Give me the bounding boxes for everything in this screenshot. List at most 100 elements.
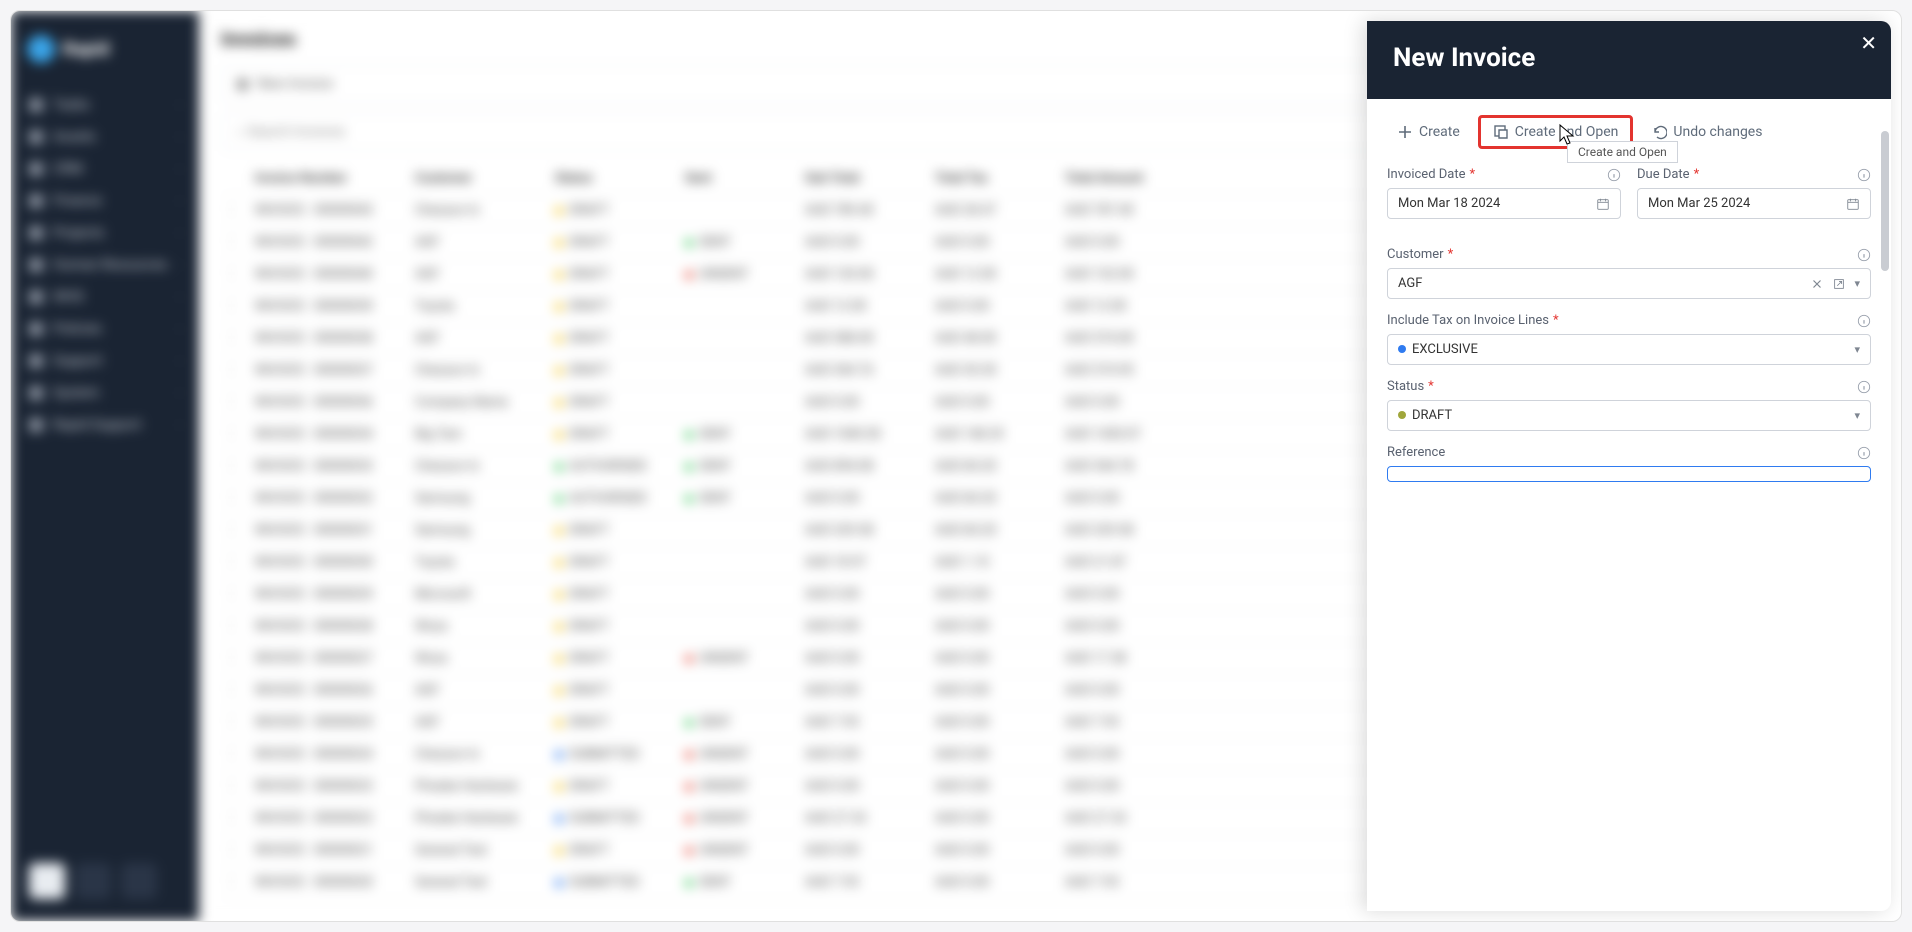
cell-customer: Chesson In [415, 203, 555, 218]
chevron-down-icon[interactable]: ▾ [1854, 409, 1860, 422]
cell-total: AUD 7.93 [1065, 875, 1205, 890]
cell-subtotal: AUD 0.00 [805, 651, 935, 666]
sidebar-item[interactable]: Support› [19, 345, 191, 377]
cell-invoice-num: INVOICE - 00000028 [255, 619, 415, 634]
col-header[interactable]: Customer [415, 171, 555, 186]
row-menu-icon[interactable]: ⋮ [225, 651, 255, 666]
row-menu-icon[interactable]: ⋮ [225, 555, 255, 570]
customer-input[interactable]: AGF ▾ [1387, 268, 1871, 299]
info-icon[interactable] [1857, 168, 1871, 182]
invoiced-date-input[interactable]: Mon Mar 18 2024 [1387, 188, 1621, 219]
row-menu-icon[interactable]: ⋮ [225, 587, 255, 602]
row-menu-icon[interactable]: ⋮ [225, 363, 255, 378]
cell-status: DRAFT [555, 427, 685, 442]
calendar-icon[interactable] [1596, 197, 1610, 211]
cell-customer: General Test [415, 875, 555, 890]
status-dot-icon [555, 431, 563, 439]
nav-icon [29, 418, 43, 432]
col-header[interactable]: Sent [685, 171, 805, 186]
cell-total: AUD 574.00 [1065, 331, 1205, 346]
create-button[interactable]: Create [1387, 118, 1470, 146]
due-date-input[interactable]: Mon Mar 25 2024 [1637, 188, 1871, 219]
reference-input[interactable] [1387, 466, 1871, 482]
row-menu-icon[interactable]: ⋮ [225, 203, 255, 218]
tool-1-icon[interactable] [29, 863, 65, 899]
cell-status: DRAFT [555, 683, 685, 698]
cell-sent: SENT [685, 235, 805, 250]
sidebar-item[interactable]: Assets› [19, 121, 191, 153]
row-menu-icon[interactable]: ⋮ [225, 491, 255, 506]
row-menu-icon[interactable]: ⋮ [225, 299, 255, 314]
cell-tax: AUD 0.00 [935, 747, 1065, 762]
cell-subtotal: AUD 27.33 [805, 811, 935, 826]
calendar-icon[interactable] [1846, 197, 1860, 211]
row-menu-icon[interactable]: ⋮ [225, 683, 255, 698]
status-dot-icon [555, 303, 563, 311]
tool-2-icon[interactable] [75, 863, 111, 899]
status-dot-icon [555, 207, 563, 215]
cell-invoice-num: INVOICE - 00000029 [255, 587, 415, 602]
sidebar-item[interactable]: Rapid Support› [19, 409, 191, 441]
cell-invoice-num: INVOICE - 00000036 [255, 395, 415, 410]
row-menu-icon[interactable]: ⋮ [225, 427, 255, 442]
chevron-right-icon: › [178, 100, 181, 111]
sidebar-item[interactable]: Policies› [19, 313, 191, 345]
row-menu-icon[interactable]: ⋮ [225, 747, 255, 762]
tooltip: Create and Open [1567, 141, 1678, 163]
sidebar-item[interactable]: Finance› [19, 185, 191, 217]
status-select[interactable]: DRAFT ▾ [1387, 400, 1871, 431]
cell-invoice-num: INVOICE - 00000042 [255, 235, 415, 250]
row-menu-icon[interactable]: ⋮ [225, 619, 255, 634]
row-menu-icon[interactable]: ⋮ [225, 811, 255, 826]
sidebar-item[interactable]: Tasks› [19, 89, 191, 121]
close-icon[interactable]: ✕ [1860, 31, 1877, 55]
cell-status: DRAFT [555, 715, 685, 730]
info-icon[interactable] [1857, 446, 1871, 460]
sidebar-item[interactable]: Human Resources› [19, 249, 191, 281]
open-link-icon[interactable] [1832, 277, 1846, 291]
row-menu-icon[interactable]: ⋮ [225, 843, 255, 858]
row-menu-icon[interactable]: ⋮ [225, 235, 255, 250]
tax-select[interactable]: EXCLUSIVE ▾ [1387, 334, 1871, 365]
cell-subtotal: AUD 120.00 [805, 267, 935, 282]
sidebar-item[interactable]: Projects› [19, 217, 191, 249]
nav-icon [29, 386, 43, 400]
chevron-down-icon[interactable]: ▾ [1854, 343, 1860, 356]
row-menu-icon[interactable]: ⋮ [225, 875, 255, 890]
info-icon[interactable] [1857, 314, 1871, 328]
sidebar: Rapid Tasks›Assets›CRM›Finance›Projects›… [11, 11, 199, 921]
row-menu-icon[interactable]: ⋮ [225, 459, 255, 474]
cell-tax: AUD 0.00 [935, 619, 1065, 634]
cell-tax: AUD 30.30 [935, 363, 1065, 378]
cell-total: AUD 0.00 [1065, 395, 1205, 410]
sidebar-item[interactable]: System› [19, 377, 191, 409]
cell-customer: Phoebe Hardware [415, 779, 555, 794]
chevron-right-icon: › [178, 164, 181, 175]
cell-status: SUBMITTED [555, 747, 685, 762]
row-menu-icon[interactable]: ⋮ [225, 331, 255, 346]
due-date-field: Due Date * Mon Mar 25 2024 [1637, 167, 1871, 219]
chevron-down-icon[interactable]: ▾ [1854, 277, 1860, 291]
cell-sent: SENT [685, 715, 805, 730]
info-icon[interactable] [1857, 248, 1871, 262]
clear-icon[interactable] [1810, 277, 1824, 291]
row-menu-icon[interactable]: ⋮ [225, 779, 255, 794]
col-header[interactable]: Sub Total [805, 171, 935, 186]
col-header[interactable]: Invoice Number [255, 171, 415, 186]
status-dot-icon [555, 623, 563, 631]
row-menu-icon[interactable]: ⋮ [225, 395, 255, 410]
row-menu-icon[interactable]: ⋮ [225, 523, 255, 538]
info-icon[interactable] [1607, 168, 1621, 182]
sidebar-item[interactable]: WHS› [19, 281, 191, 313]
cell-subtotal: AUD 0.00 [805, 619, 935, 634]
col-header[interactable]: Total Tax [935, 171, 1065, 186]
info-icon[interactable] [1857, 380, 1871, 394]
cell-tax: AUD 0.00 [935, 651, 1065, 666]
row-menu-icon[interactable]: ⋮ [225, 267, 255, 282]
sent-dot-icon [685, 719, 693, 727]
sidebar-item[interactable]: CRM› [19, 153, 191, 185]
tool-3-icon[interactable] [121, 863, 157, 899]
col-header[interactable]: Status [555, 171, 685, 186]
row-menu-icon[interactable]: ⋮ [225, 715, 255, 730]
col-header[interactable]: Total Amount [1065, 171, 1205, 186]
